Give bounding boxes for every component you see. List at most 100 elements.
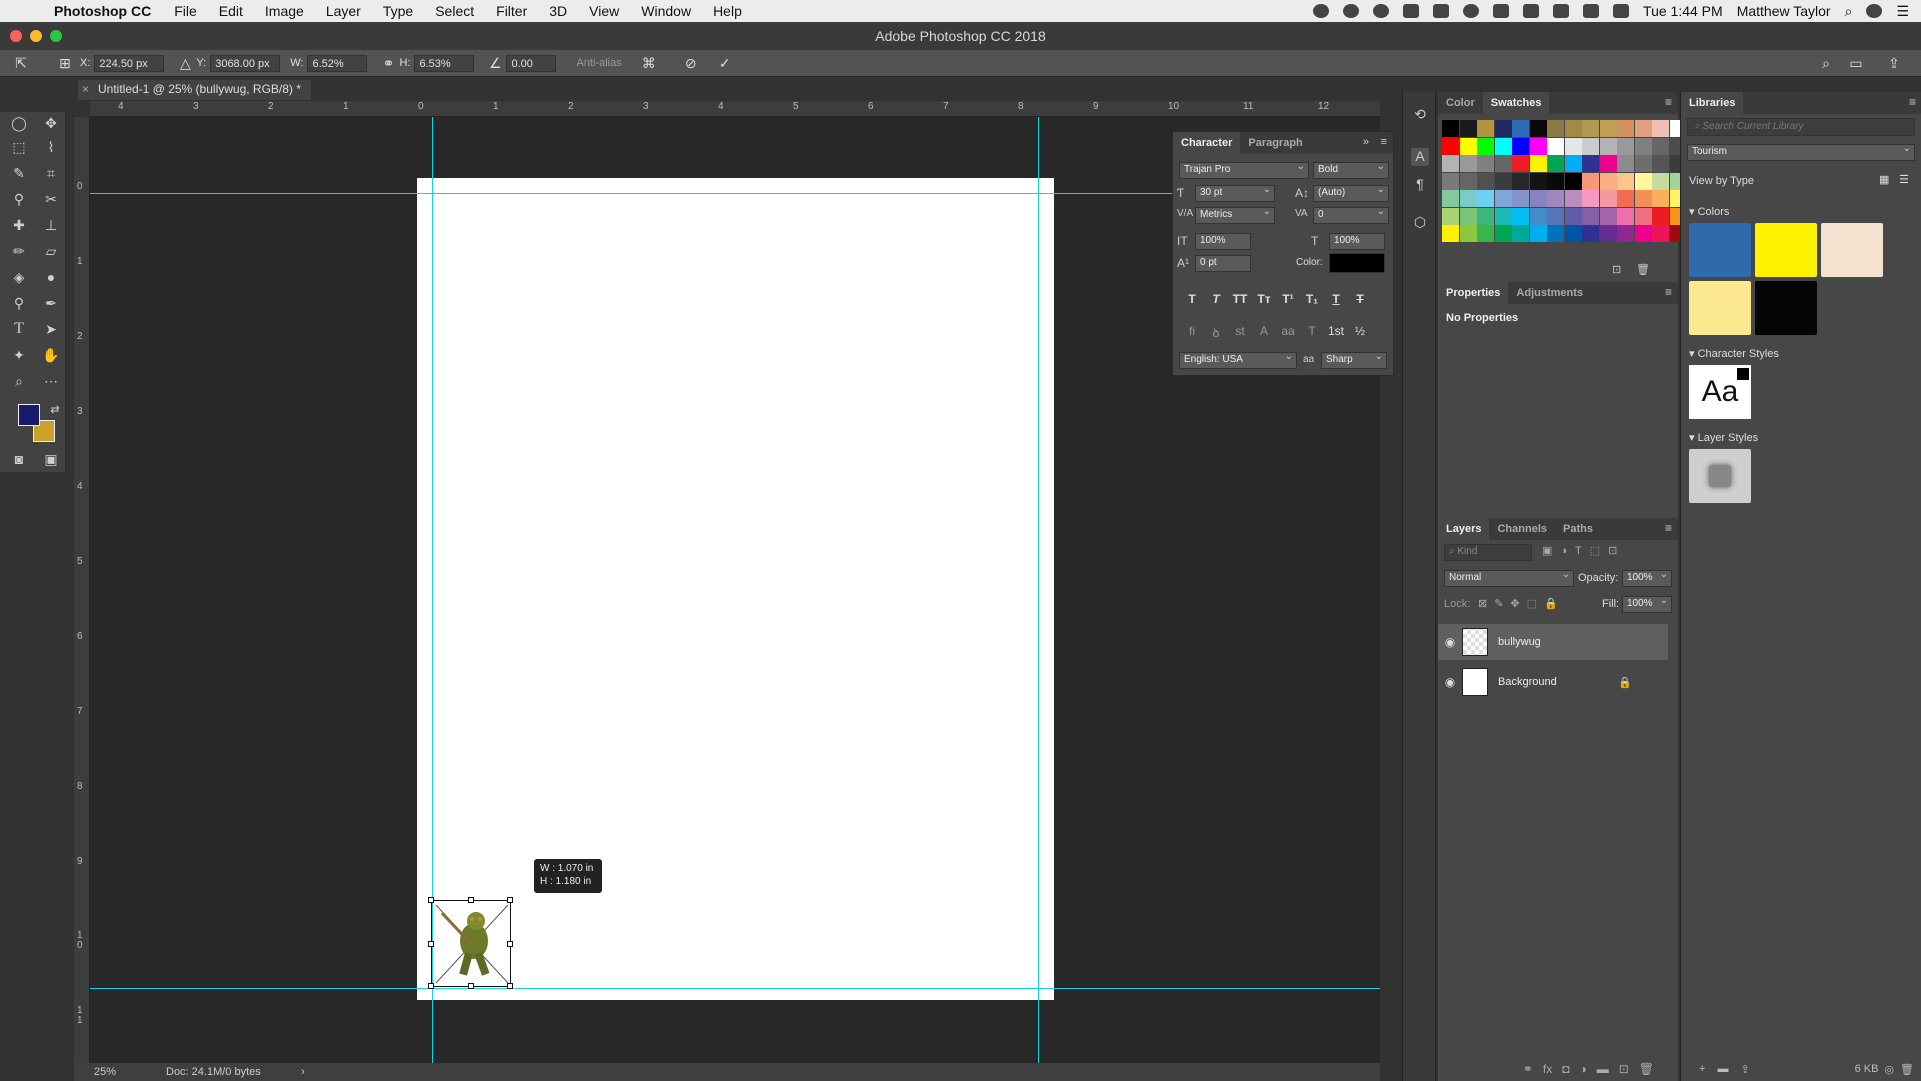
color-swatch[interactable] (1617, 207, 1634, 225)
transform-handle[interactable] (507, 897, 513, 903)
quick-mask-icon[interactable]: ◙ (8, 448, 30, 470)
layer-row-bullywug[interactable]: ◉ bullywug (1438, 624, 1668, 660)
color-swatch[interactable] (1442, 137, 1459, 155)
color-swatch[interactable] (1494, 120, 1512, 137)
color-swatch[interactable] (1442, 155, 1459, 172)
collapse-icon[interactable]: » (1363, 136, 1369, 148)
opacity-input[interactable]: 100% (1622, 569, 1672, 587)
bucket-icon[interactable]: ◈ (8, 266, 30, 288)
color-swatch[interactable] (1564, 120, 1582, 137)
mail-icon[interactable] (1403, 4, 1420, 18)
color-swatch[interactable] (1564, 225, 1582, 242)
new-layer-icon[interactable]: ⊡ (1619, 1062, 1629, 1076)
y-position-input[interactable]: 3068.00 px (210, 54, 281, 72)
color-swatch[interactable] (1634, 225, 1652, 242)
color-swatch[interactable] (1442, 207, 1459, 225)
color-swatch[interactable] (1459, 207, 1477, 225)
tab-color[interactable]: Color (1438, 97, 1483, 109)
fx-icon[interactable]: fx (1543, 1062, 1552, 1076)
color-swatch[interactable] (1582, 225, 1599, 242)
color-swatch[interactable] (1617, 225, 1634, 242)
color-swatch[interactable] (1494, 155, 1512, 172)
close-tab-icon[interactable]: × (82, 82, 89, 96)
3d-icon[interactable]: ⬡ (1411, 214, 1429, 232)
color-swatch[interactable] (1547, 190, 1564, 207)
library-color-swatch[interactable] (1689, 281, 1751, 335)
healing-icon[interactable]: ✚ (8, 214, 30, 236)
move-tool-preset-icon[interactable]: ⇱ (12, 54, 30, 72)
cancel-icon[interactable]: ⊘ (682, 54, 700, 72)
color-swatch[interactable] (1582, 190, 1599, 207)
grid-view-icon[interactable]: ▦ (1879, 173, 1889, 186)
type-tool-icon[interactable]: T (8, 318, 30, 340)
close-window-button[interactable] (10, 30, 22, 42)
vertical-scale-input[interactable]: 100% (1195, 233, 1251, 250)
briefcase-icon[interactable] (1433, 4, 1450, 18)
color-swatch[interactable] (1564, 190, 1582, 207)
color-swatch[interactable] (1494, 207, 1512, 225)
transform-handle[interactable] (507, 941, 513, 947)
faux-italic-icon[interactable]: T (1205, 292, 1227, 306)
color-swatch[interactable] (1459, 155, 1477, 172)
color-swatch[interactable] (1634, 207, 1652, 225)
color-swatch[interactable] (1494, 137, 1512, 155)
document-tab[interactable]: × Untitled-1 @ 25% (bullywug, RGB/8) * (78, 80, 311, 100)
color-swatch[interactable] (1529, 155, 1547, 172)
fractions-icon[interactable]: ½ (1349, 324, 1371, 338)
color-swatch[interactable] (1477, 137, 1494, 155)
menu-select[interactable]: Select (435, 3, 474, 19)
character-styles-heading[interactable]: ▾ Character Styles (1689, 347, 1779, 360)
menu-3d[interactable]: 3D (549, 3, 567, 19)
color-swatch[interactable] (1442, 172, 1459, 190)
color-swatch[interactable] (1459, 225, 1477, 242)
color-swatch[interactable] (1599, 225, 1617, 242)
color-swatch[interactable] (1529, 172, 1547, 190)
bluetooth-icon[interactable] (1493, 4, 1510, 18)
color-swatch[interactable] (1459, 137, 1477, 155)
workspace-icon[interactable]: ▭ (1847, 54, 1865, 72)
eye-icon[interactable]: ◉ (1438, 635, 1462, 649)
panel-menu-icon[interactable]: ≡ (1381, 136, 1387, 148)
history-icon[interactable]: ⟲ (1411, 106, 1429, 124)
menu-window[interactable]: Window (641, 3, 691, 19)
link-layers-icon[interactable]: ⚭ (1523, 1062, 1533, 1076)
color-swatch[interactable] (1617, 155, 1634, 172)
color-swatch[interactable] (1459, 120, 1477, 137)
path-select-icon[interactable]: ➤ (40, 318, 62, 340)
tab-libraries[interactable]: Libraries (1681, 92, 1744, 114)
color-swatch[interactable] (1477, 207, 1494, 225)
angle-input[interactable]: 0.00 (506, 54, 557, 72)
polygon-lasso-icon[interactable]: ⌇ (40, 136, 62, 158)
color-swatch[interactable] (1634, 137, 1652, 155)
swap-colors-icon[interactable]: ⇄ (44, 398, 66, 420)
new-swatch-icon[interactable]: ⊡ (1612, 263, 1621, 276)
color-swatch[interactable] (1564, 172, 1582, 190)
color-swatch[interactable] (1529, 190, 1547, 207)
color-swatch[interactable] (1477, 190, 1494, 207)
color-swatch[interactable] (1617, 120, 1634, 137)
color-swatch[interactable] (1442, 225, 1459, 242)
strikethrough-icon[interactable]: T (1349, 292, 1371, 306)
horizontal-scale-input[interactable]: 100% (1329, 233, 1385, 250)
record-icon[interactable] (1313, 4, 1330, 18)
cloud-icon[interactable] (1373, 4, 1390, 18)
kerning-select[interactable]: Metrics (1195, 206, 1275, 224)
underline-icon[interactable]: T (1325, 292, 1347, 306)
foreground-color-swatch[interactable] (18, 404, 40, 426)
quick-select-icon[interactable]: ✎ (8, 162, 30, 184)
library-color-swatch[interactable] (1755, 223, 1817, 277)
fill-input[interactable]: 100% (1622, 595, 1672, 613)
marquee-icon[interactable]: ⬚ (8, 136, 30, 158)
delete-layer-icon[interactable]: 🗑 (1639, 1062, 1654, 1076)
color-swatch[interactable] (1582, 207, 1599, 225)
trash-icon[interactable]: 🗑 (1900, 1063, 1914, 1076)
code-icon[interactable] (1553, 4, 1570, 18)
screen-mode-icon[interactable]: ▣ (40, 448, 62, 470)
color-swatch[interactable] (1617, 137, 1634, 155)
superscript-icon[interactable]: T¹ (1277, 292, 1299, 306)
paragraph-icon[interactable]: ¶ (1411, 176, 1429, 194)
color-swatch[interactable] (1442, 120, 1459, 137)
panel-menu-icon[interactable]: ≡ (1665, 521, 1672, 535)
layer-filter-input[interactable]: ⌕ Kind (1444, 544, 1532, 561)
document-canvas[interactable] (417, 178, 1054, 1000)
